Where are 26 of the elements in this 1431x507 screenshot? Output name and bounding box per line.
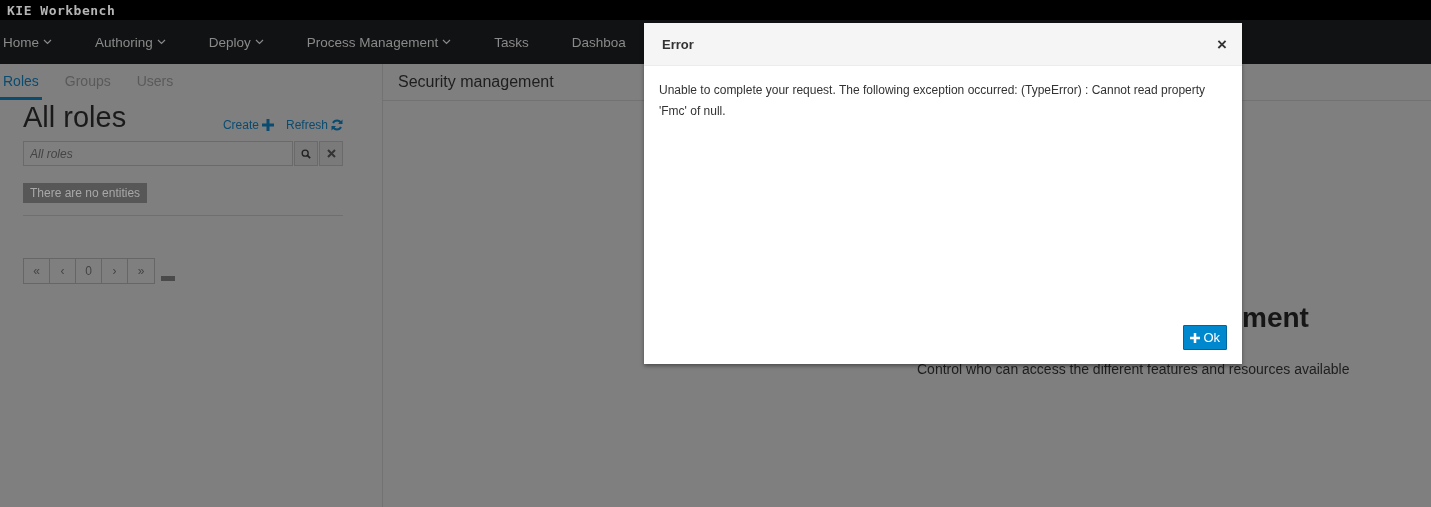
list-title: All roles — [23, 100, 127, 134]
refresh-link[interactable]: Refresh — [285, 118, 343, 132]
close-icon — [326, 149, 336, 158]
nav-menu-item[interactable]: Authoring — [92, 34, 166, 50]
nav-menu-item[interactable]: Dashboa — [568, 34, 626, 50]
dialog-title: Error — [662, 36, 694, 52]
close-button[interactable]: × — [1217, 35, 1227, 53]
empty-message: There are no entities — [23, 183, 148, 203]
search-icon — [301, 147, 311, 160]
search-button[interactable] — [294, 141, 318, 166]
nav-menu-item[interactable]: Deploy — [205, 34, 264, 50]
ok-button[interactable]: Ok — [1183, 325, 1227, 350]
page-size-handle — [161, 276, 175, 281]
refresh-icon — [331, 119, 343, 131]
clear-button[interactable] — [319, 141, 343, 166]
create-link[interactable]: Create — [222, 118, 274, 132]
plus-icon — [261, 119, 274, 131]
panel-description: Control who can access the different features and resources available — [917, 361, 1351, 377]
tab[interactable]: Roles — [0, 64, 42, 100]
nav-menu-item[interactable]: Process Management — [303, 34, 452, 50]
app-title: KIE Workbench — [7, 2, 116, 18]
panel-heading: ment — [1241, 301, 1310, 335]
nav-menu-item[interactable]: Tasks — [491, 34, 529, 50]
nav-menu-item[interactable]: Home — [0, 34, 52, 50]
search-field[interactable]: All roles — [23, 141, 293, 166]
plus-icon — [1190, 332, 1201, 343]
